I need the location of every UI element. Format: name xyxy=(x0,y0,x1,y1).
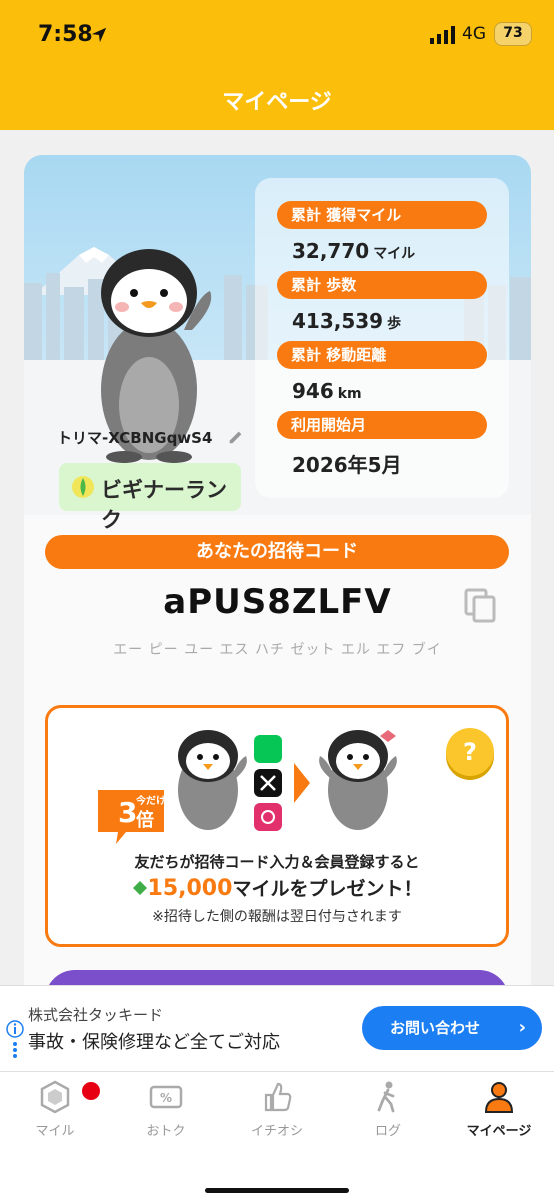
rank-label: ビギナーランク xyxy=(101,478,227,532)
stat-label-steps: 累計 歩数 xyxy=(277,271,487,299)
username: トリマ-XCBNGqwS4 xyxy=(57,429,213,447)
tab-bar: マイル % おトク イチオシ ログ マイページ xyxy=(0,1071,554,1199)
copy-icon[interactable] xyxy=(464,588,498,624)
help-icon[interactable]: ? xyxy=(443,726,497,780)
svg-text:倍: 倍 xyxy=(136,809,154,831)
status-time: 7:58 xyxy=(38,22,93,47)
ad-company: 株式会社タッキード xyxy=(28,1006,164,1024)
promo-amount: 15,000 xyxy=(147,876,233,901)
network-type: 4G xyxy=(462,24,486,44)
invite-code-reading: エー ピー ユー エス ハチ ゼット エル エフ ブイ xyxy=(113,642,442,658)
stat-label-distance: 累計 移動距離 xyxy=(277,341,487,369)
invite-code: aPUS8ZLFV xyxy=(163,582,392,622)
mile-gem-icon xyxy=(132,881,147,895)
promo-reward: 15,000マイルをプレゼント！ xyxy=(48,874,506,901)
mile-hex-icon xyxy=(40,1080,70,1114)
svg-text:?: ? xyxy=(463,738,477,766)
coupon-icon: % xyxy=(149,1085,183,1109)
promo-note: ※招待した側の報酬は翌日付与されます xyxy=(152,909,402,925)
signal-icon xyxy=(430,26,455,44)
svg-text:3: 3 xyxy=(118,796,137,829)
page-title: マイページ xyxy=(222,90,332,115)
ad-banner[interactable]: 株式会社タッキード 事故・保険修理など全てご対応 お問い合わせ › xyxy=(0,985,554,1071)
tab-ichioshi[interactable]: イチオシ xyxy=(222,1080,332,1150)
thumbs-up-icon xyxy=(264,1082,292,1112)
stat-label-miles: 累計 獲得マイル xyxy=(277,201,487,229)
times-badge: 3 今だけ 倍 xyxy=(98,790,166,844)
invite-promo-box[interactable]: ? 3 今だけ 倍 友だちが招待コード入力＆会員登録すると 15,000マイルを… xyxy=(45,705,509,947)
location-arrow-icon xyxy=(91,27,107,43)
instagram-icon xyxy=(254,803,282,831)
tab-otoku[interactable]: % おトク xyxy=(111,1080,221,1150)
tab-mile[interactable]: マイル xyxy=(0,1080,110,1150)
invite-code-title: あなたの招待コード xyxy=(45,535,509,569)
notification-dot xyxy=(82,1082,100,1100)
beginner-mark-icon xyxy=(72,476,94,498)
stat-value-steps: 413,539 歩 xyxy=(292,309,402,333)
pencil-icon[interactable] xyxy=(227,428,245,446)
battery-icon: 73 xyxy=(494,22,532,46)
ad-headline: 事故・保険修理など全てご対応 xyxy=(28,1032,280,1053)
home-indicator xyxy=(205,1188,349,1193)
chevron-right-icon: › xyxy=(518,1017,526,1038)
status-bar: 7:58 4G 73 xyxy=(0,0,554,70)
line-icon xyxy=(254,735,282,763)
tab-log[interactable]: ログ xyxy=(333,1080,443,1150)
stat-label-start-month: 利用開始月 xyxy=(277,411,487,439)
rank-badge: ビギナーランク xyxy=(59,463,241,532)
stat-value-distance: 946 km xyxy=(292,379,362,403)
tab-mypage[interactable]: マイページ xyxy=(444,1080,554,1150)
svg-text:%: % xyxy=(160,1091,172,1105)
promo-description: 友だちが招待コード入力＆会員登録すると xyxy=(134,853,420,871)
svg-text:今だけ: 今だけ xyxy=(135,794,166,807)
stat-value-start-month: 2026年5月 xyxy=(292,453,402,477)
stat-value-miles: 32,770 マイル xyxy=(292,239,416,263)
walker-icon xyxy=(377,1081,395,1113)
profile-card: 累計 獲得マイル 32,770 マイル 累計 歩数 413,539 歩 累計 移動距… xyxy=(24,155,531,1005)
ad-contact-button[interactable]: お問い合わせ › xyxy=(362,1006,542,1050)
info-icon[interactable] xyxy=(6,1020,24,1060)
app-header: 7:58 4G 73 マイページ xyxy=(0,0,554,130)
person-icon xyxy=(484,1082,514,1113)
